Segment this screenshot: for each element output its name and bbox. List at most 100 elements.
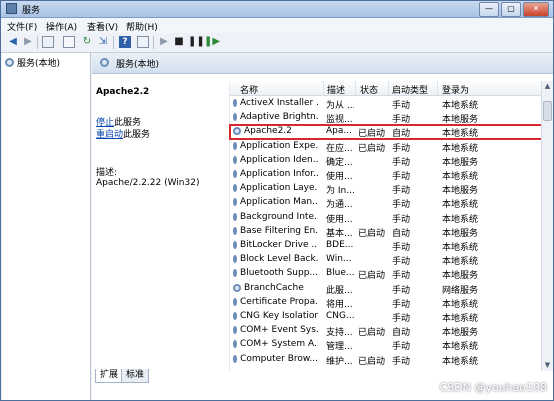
- scroll-up-arrow-icon[interactable]: ▲: [542, 81, 553, 92]
- column-divider[interactable]: [355, 81, 356, 95]
- tree-node-label: 服务(本地): [17, 59, 61, 69]
- table-row[interactable]: BitLocker Drive ... BDE... 手动 本地系统: [230, 239, 542, 253]
- column-divider[interactable]: [323, 81, 324, 95]
- service-logon-cell: 本地服务: [442, 155, 502, 168]
- pause-icon[interactable]: ❚❚: [188, 36, 205, 48]
- service-name-cell: Application Laye...: [233, 183, 318, 193]
- restart-service-link[interactable]: 重启动: [96, 130, 123, 140]
- service-startup-type-cell-text: 手动: [392, 271, 411, 282]
- gear-icon: [233, 226, 237, 235]
- service-logon-cell-text: 本地服务: [442, 228, 479, 239]
- table-row[interactable]: Background Inte... 使用... 手动 本地系统: [230, 211, 542, 225]
- menu-view[interactable]: 查看(V): [87, 20, 118, 33]
- service-logon-cell: 本地系统: [442, 126, 502, 139]
- service-logon-cell: 本地系统: [442, 297, 502, 310]
- resume-icon[interactable]: ❚▶: [204, 36, 220, 48]
- service-description-cell: 为通...: [326, 197, 354, 210]
- column-header-startup-type[interactable]: 启动类型: [392, 83, 428, 96]
- scroll-thumb[interactable]: [543, 101, 552, 121]
- table-row[interactable]: Bluetooth Supp... Blue... 已启动 手动 本地服务: [230, 267, 542, 281]
- gear-icon: [233, 184, 237, 193]
- vertical-scrollbar[interactable]: ▲ ▼: [541, 81, 553, 371]
- service-logon-cell: 本地系统: [442, 169, 502, 182]
- service-logon-cell-text: 本地服务: [442, 271, 479, 282]
- service-name-cell: Application Infor...: [233, 169, 318, 179]
- service-name-cell: BranchCache: [233, 283, 318, 293]
- service-name-cell: Base Filtering En...: [233, 226, 318, 236]
- close-button[interactable]: ✕: [523, 2, 549, 17]
- menu-action[interactable]: 操作(A): [46, 20, 77, 33]
- service-logon-cell-text: 本地系统: [442, 101, 479, 111]
- column-header-status[interactable]: 状态: [360, 83, 378, 96]
- table-row[interactable]: ActiveX Installer ... 为从 ... 手动 本地系统: [230, 97, 542, 111]
- menu-file[interactable]: 文件(F): [7, 20, 37, 33]
- minimize-button[interactable]: —: [479, 2, 499, 17]
- table-row[interactable]: Certificate Propa... 将用... 手动 本地系统: [230, 296, 542, 310]
- table-row[interactable]: Application Laye... 为 In... 手动 本地服务: [230, 182, 542, 196]
- stop-icon[interactable]: ■: [173, 36, 185, 48]
- table-row[interactable]: CNG Key Isolation CNG... 手动 本地系统: [230, 310, 542, 324]
- service-startup-type-cell: 手动: [392, 283, 436, 296]
- table-row[interactable]: Application Iden... 确定... 手动 本地服务: [230, 154, 542, 168]
- service-startup-type-cell-text: 手动: [392, 101, 411, 111]
- back-icon[interactable]: ◀: [7, 36, 19, 48]
- service-startup-type-cell-text: 手动: [392, 243, 411, 253]
- service-name-cell-text: Application Laye...: [240, 183, 318, 194]
- gear-icon: [5, 58, 14, 67]
- service-startup-type-cell-text: 自动: [392, 228, 411, 239]
- column-header-name[interactable]: 名称: [240, 83, 258, 96]
- tree-node-services-local[interactable]: 服务(本地): [5, 56, 60, 69]
- gear-icon: [233, 127, 241, 136]
- table-row[interactable]: Application Expe... 在应... 已启动 手动 本地系统: [230, 140, 542, 154]
- help-icon[interactable]: ?: [119, 36, 131, 48]
- table-row[interactable]: Application Man... 为通... 手动 本地系统: [230, 196, 542, 210]
- service-description-cell: 使用...: [326, 169, 354, 182]
- table-row[interactable]: Application Infor... 使用... 手动 本地系统: [230, 168, 542, 182]
- service-logon-cell: 本地服务: [442, 268, 502, 281]
- window-title: 服务: [22, 6, 41, 16]
- service-name-cell-text: Computer Brow...: [240, 353, 318, 364]
- service-logon-cell: 本地系统: [442, 240, 502, 253]
- service-startup-type-cell-text: 手动: [392, 257, 411, 268]
- service-description-cell-text: CNG...: [326, 311, 354, 321]
- console-tree-icon[interactable]: [42, 36, 54, 48]
- table-row[interactable]: Apache2.2 Apa... 已启动 自动 本地系统: [229, 124, 543, 141]
- gear-icon: [233, 283, 241, 292]
- service-startup-type-cell: 手动: [392, 297, 436, 310]
- forward-icon[interactable]: ▶: [22, 36, 34, 48]
- table-row[interactable]: Adaptive Brightn... 监视... 手动 本地服务: [230, 111, 542, 125]
- refresh-icon[interactable]: ↻: [81, 36, 93, 48]
- column-header-description[interactable]: 描述: [327, 83, 345, 96]
- properties-icon[interactable]: [63, 36, 75, 48]
- table-row[interactable]: COM+ Event Sys... 支持... 已启动 自动 本地服务: [230, 324, 542, 338]
- tab-extended[interactable]: 扩展: [95, 369, 124, 383]
- play-icon[interactable]: ▶: [158, 36, 170, 48]
- menu-help[interactable]: 帮助(H): [126, 20, 158, 33]
- table-row[interactable]: Block Level Back... Win... 手动 本地系统: [230, 253, 542, 267]
- maximize-button[interactable]: ▢: [501, 2, 521, 17]
- view-icon[interactable]: [137, 36, 149, 48]
- tab-standard[interactable]: 标准: [121, 369, 150, 383]
- column-divider[interactable]: [388, 81, 389, 95]
- column-header-logon-as[interactable]: 登录为: [442, 83, 469, 96]
- service-description-cell-text: 监视...: [326, 115, 353, 126]
- service-status-cell-text: 已启动: [358, 143, 386, 154]
- title-bar[interactable]: 服务 — ▢ ✕: [1, 1, 553, 18]
- service-description-cell: 为从 ...: [326, 98, 354, 111]
- export-icon[interactable]: ⇲: [97, 36, 109, 48]
- gear-icon: [233, 354, 238, 363]
- service-logon-cell-text: 网络服务: [442, 285, 479, 296]
- service-name-cell: Background Inte...: [233, 212, 318, 222]
- service-logon-cell-text: 本地服务: [442, 328, 479, 339]
- service-logon-cell: 本地服务: [442, 226, 502, 239]
- service-startup-type-cell: 自动: [392, 325, 436, 338]
- table-row[interactable]: BranchCache 此服... 手动 网络服务: [230, 282, 542, 296]
- table-row[interactable]: COM+ System A... 管理... 手动 本地系统: [230, 338, 542, 352]
- column-divider[interactable]: [437, 81, 438, 95]
- table-row[interactable]: Base Filtering En... 基本... 已启动 自动 本地服务: [230, 225, 542, 239]
- service-name-cell: Application Man...: [233, 197, 318, 207]
- service-logon-cell-text: 本地系统: [442, 356, 479, 367]
- service-startup-type-cell: 自动: [392, 226, 436, 239]
- gear-icon: [100, 58, 109, 67]
- table-row[interactable]: Computer Brow... 维护... 已启动 手动 本地系统: [230, 353, 542, 367]
